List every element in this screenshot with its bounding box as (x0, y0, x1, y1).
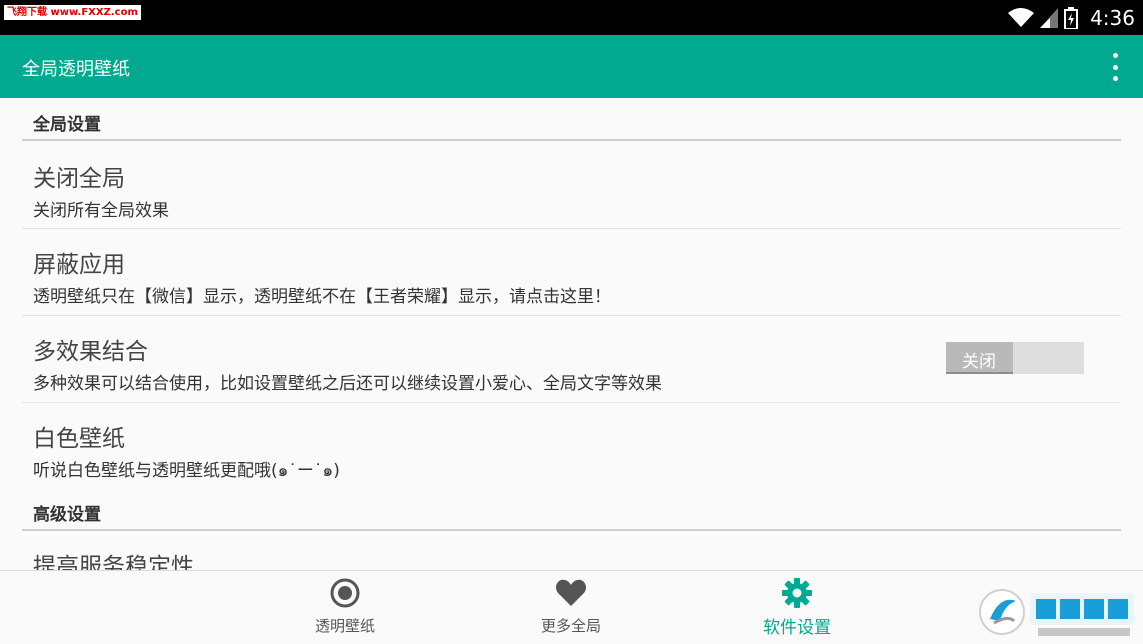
pref-block-apps[interactable]: 屏蔽应用 透明壁纸只在【微信】显示，透明壁纸不在【王者荣耀】显示，请点击这里！ (22, 229, 1121, 316)
status-icons: 4:36 (1008, 0, 1135, 35)
nav-item-more-global[interactable]: 更多全局 (491, 571, 651, 644)
pref-title: 提高服务稳定性 (33, 554, 194, 570)
section-header-global: 全局设置 (22, 98, 1121, 141)
pref-close-global[interactable]: 关闭全局 关闭所有全局效果 (22, 141, 1121, 229)
toggle-knob: 关闭 (946, 342, 1013, 374)
pref-multi-effect[interactable]: 多效果结合 多种效果可以结合使用，比如设置壁纸之后还可以继续设置小爱心、全局文字… (22, 316, 1121, 403)
pref-title: 多效果结合 (33, 339, 148, 365)
nav-item-transparent-wallpaper[interactable]: 透明壁纸 (265, 571, 425, 644)
app-title: 全局透明壁纸 (22, 59, 130, 80)
pref-summary: 关闭所有全局效果 (33, 201, 169, 221)
status-bar: 飞翔下载 www.FXXZ.com 4:36 (0, 0, 1143, 35)
bottom-navigation: 透明壁纸 更多全局 软件设置 (0, 570, 1143, 644)
radio-button-icon (330, 578, 360, 608)
watermark-text: 飞翔下载 www.FXXZ.com (4, 5, 141, 20)
pref-title: 关闭全局 (33, 166, 125, 192)
gear-icon (782, 578, 812, 608)
app-bar: 全局透明壁纸 (0, 35, 1143, 98)
battery-icon (1064, 6, 1079, 29)
pref-title: 白色壁纸 (33, 426, 125, 452)
toggle-label: 关闭 (962, 352, 996, 372)
pref-summary: 透明壁纸只在【微信】显示，透明壁纸不在【王者荣耀】显示，请点击这里！ (33, 287, 611, 307)
clock: 4:36 (1090, 5, 1135, 30)
wifi-icon (1008, 7, 1035, 27)
section-header-advanced: 高级设置 (22, 490, 1121, 531)
nav-label: 软件设置 (763, 618, 831, 638)
section-header-label: 高级设置 (33, 505, 101, 525)
pref-white-wallpaper[interactable]: 白色壁纸 听说白色壁纸与透明壁纸更配哦(๑˙ー˙๑) (22, 403, 1121, 488)
multi-effect-toggle[interactable]: 关闭 (946, 342, 1084, 374)
overflow-menu-icon[interactable] (1105, 53, 1125, 81)
nav-label: 透明壁纸 (314, 617, 375, 635)
nav-item-app-settings[interactable]: 软件设置 (717, 571, 877, 644)
signal-icon (1040, 7, 1059, 28)
pref-summary: 听说白色壁纸与透明壁纸更配哦(๑˙ー˙๑) (33, 461, 340, 481)
pref-title: 屏蔽应用 (33, 252, 125, 278)
section-header-label: 全局设置 (33, 115, 101, 135)
pref-service-stability[interactable]: 提高服务稳定性 (22, 531, 1121, 570)
settings-list[interactable]: 全局设置 关闭全局 关闭所有全局效果 屏蔽应用 透明壁纸只在【微信】显示，透明壁… (0, 98, 1143, 570)
pref-summary: 多种效果可以结合使用，比如设置壁纸之后还可以继续设置小爱心、全局文字等效果 (33, 374, 662, 394)
fxxz-logo-watermark (979, 589, 1134, 636)
nav-label: 更多全局 (540, 617, 601, 635)
heart-icon (555, 579, 587, 606)
